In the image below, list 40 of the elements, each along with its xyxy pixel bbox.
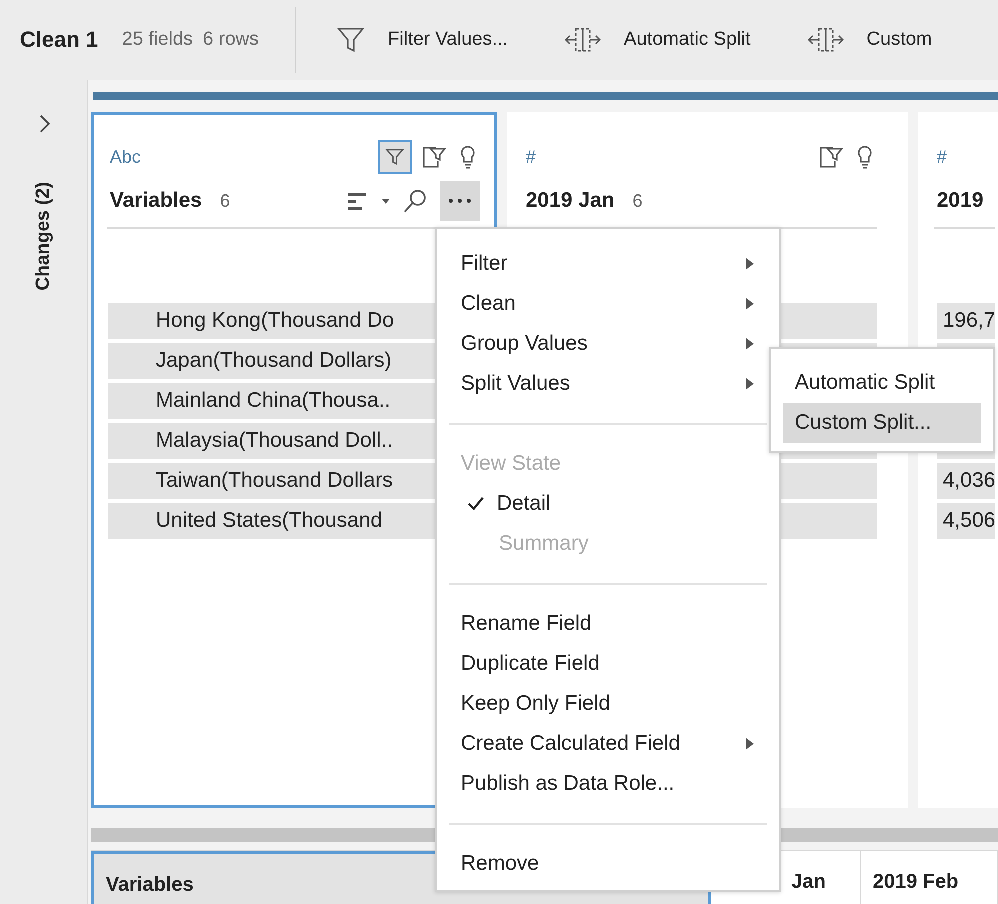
submenu-arrow-icon: [745, 297, 755, 311]
field-name: 2019: [937, 189, 984, 213]
field-name: 2019 Jan: [526, 189, 615, 213]
menu-option-label: Summary: [499, 532, 589, 556]
split-arrows-icon: [564, 26, 602, 54]
changes-tab[interactable]: Changes (2): [32, 182, 54, 291]
menu-item[interactable]: Rename Field: [437, 604, 779, 644]
value-bar[interactable]: 4,036: [937, 463, 995, 499]
chevron-right-icon[interactable]: [38, 114, 52, 134]
funnel-icon: [336, 25, 366, 55]
menu-item[interactable]: Keep Only Field: [437, 684, 779, 724]
split-button[interactable]: Custom: [806, 26, 932, 54]
split-button[interactable]: Automatic Split: [564, 26, 751, 54]
value-bar[interactable]: 196,7: [937, 303, 995, 339]
submenu-arrow-icon: [745, 337, 755, 351]
data-type-label: #: [937, 146, 948, 168]
submenu-item[interactable]: Custom Split...: [783, 403, 981, 443]
menu-item[interactable]: Filter: [437, 244, 779, 284]
filter-values-button[interactable]: Filter Values...: [336, 25, 508, 55]
submenu-arrow-icon: [745, 377, 755, 391]
filter-icon[interactable]: [378, 140, 412, 174]
data-type-label: #: [526, 146, 536, 168]
submenu-arrow-icon: [745, 737, 755, 751]
field-count: 25 fields: [122, 29, 194, 51]
row-count: 6 rows: [203, 29, 260, 51]
more-options-button[interactable]: [440, 181, 480, 221]
menu-item[interactable]: Create Calculated Field: [437, 724, 779, 764]
data-type-label: Abc: [110, 146, 142, 168]
menu-item[interactable]: Duplicate Field: [437, 644, 779, 684]
menu-option-label: Detail: [497, 492, 551, 516]
split-arrows-icon: [806, 26, 845, 54]
flow-step-title: Clean 1: [20, 27, 98, 53]
column-header[interactable]: 2019 Feb: [861, 851, 998, 904]
distinct-count: 6: [632, 190, 643, 212]
menu-item[interactable]: Publish as Data Role...: [437, 764, 779, 804]
ellipsis-icon: [448, 198, 472, 204]
distinct-count: 6: [220, 190, 230, 212]
value-bar[interactable]: 4,506: [937, 503, 995, 539]
field-name: Variables: [110, 189, 202, 213]
submenu-arrow-icon: [745, 257, 755, 271]
